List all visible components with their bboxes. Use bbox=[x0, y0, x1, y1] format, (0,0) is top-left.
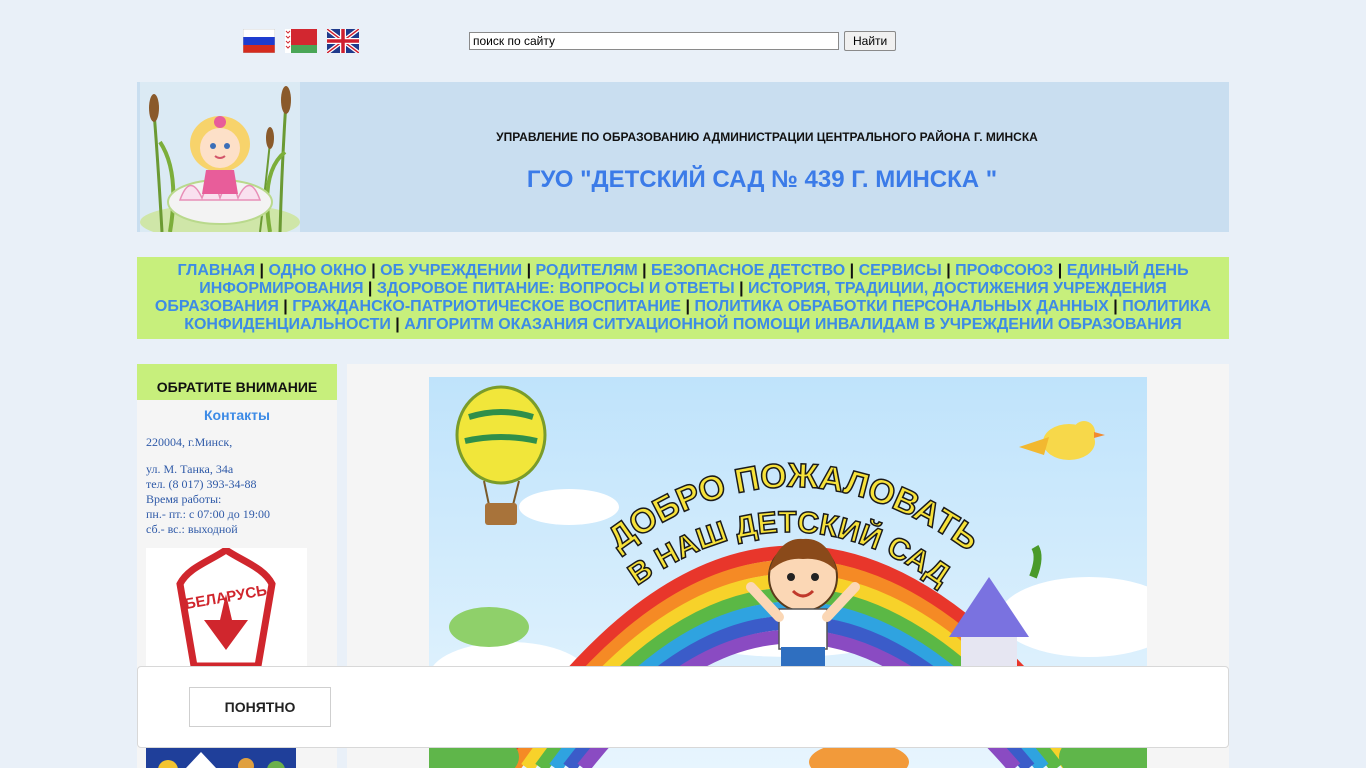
kindergarten-logo[interactable] bbox=[140, 82, 300, 232]
nav-separator: | bbox=[1113, 298, 1118, 315]
nav-separator: | bbox=[642, 262, 647, 279]
nav-separator: | bbox=[367, 280, 373, 297]
nav-patriotic-education[interactable]: ГРАЖДАНСКО-ПАТРИОТИЧЕСКОЕ ВОСПИТАНИЕ bbox=[292, 298, 681, 315]
nav-healthy-food[interactable]: ЗДОРОВОЕ ПИТАНИЕ: ВОПРОСЫ И ОТВЕТЫ bbox=[377, 280, 735, 297]
nav-disability-assistance[interactable]: АЛГОРИТМ ОКАЗАНИЯ СИТУАЦИОННОЙ ПОМОЩИ ИН… bbox=[404, 316, 1182, 333]
nav-separator: | bbox=[1057, 262, 1063, 279]
nav-separator: | bbox=[259, 262, 264, 279]
page-title: ГУО "ДЕТСКИЙ САД № 439 Г. МИНСКА " bbox=[526, 166, 998, 193]
phone-text: тел. (8 017) 393-34-88 bbox=[146, 477, 257, 491]
organization-line: УПРАВЛЕНИЕ ПО ОБРАЗОВАНИЮ АДМИНИСТРАЦИИ … bbox=[496, 130, 1038, 144]
nav-one-window[interactable]: ОДНО ОКНО bbox=[268, 262, 366, 279]
address-line: ул. М. Танка, 34а bbox=[146, 462, 234, 476]
nav-separator: | bbox=[526, 262, 532, 279]
nav-safe-childhood[interactable]: БЕЗОПАСНОЕ ДЕТСТВО bbox=[651, 262, 845, 279]
sidebar-banner[interactable] bbox=[146, 748, 296, 768]
nav-trade-union[interactable]: ПРОФСОЮЗ bbox=[955, 262, 1053, 279]
uk-flag-icon[interactable] bbox=[327, 29, 359, 53]
nav-separator: | bbox=[395, 316, 400, 333]
language-switcher bbox=[243, 29, 359, 53]
contacts-heading: Контакты bbox=[203, 407, 270, 423]
nav-separator: | bbox=[849, 262, 855, 279]
search-button[interactable]: Найти bbox=[844, 31, 897, 51]
belarus-flag-icon[interactable] bbox=[285, 29, 317, 53]
hours-label: Время работы: bbox=[146, 492, 222, 506]
quality-mark-emblem[interactable]: БЕЛАРУСЬ bbox=[146, 548, 307, 678]
nav-parents[interactable]: РОДИТЕЛЯМ bbox=[536, 262, 638, 279]
address-line: 220004, г.Минск, bbox=[146, 435, 233, 449]
nav-home[interactable]: ГЛАВНАЯ bbox=[177, 262, 255, 279]
nav-personal-data-policy[interactable]: ПОЛИТИКА ОБРАБОТКИ ПЕРСОНАЛЬНЫХ ДАННЫХ bbox=[694, 298, 1108, 315]
nav-separator: | bbox=[946, 262, 951, 279]
hours-weekend: сб.- вс.: выходной bbox=[146, 522, 238, 536]
site-search: Найти bbox=[469, 31, 897, 51]
nav-separator: | bbox=[685, 298, 691, 315]
search-input[interactable] bbox=[469, 32, 839, 50]
nav-about[interactable]: ОБ УЧРЕЖДЕНИИ bbox=[380, 262, 522, 279]
hours-weekdays: пн.- пт.: с 07:00 до 19:00 bbox=[146, 507, 271, 521]
accept-cookies-button[interactable]: ПОНЯТНО bbox=[189, 687, 331, 727]
nav-separator: | bbox=[371, 262, 376, 279]
sidebar-heading: ОБРАТИТЕ ВНИМАНИЕ bbox=[137, 364, 337, 400]
site-header: УПРАВЛЕНИЕ ПО ОБРАЗОВАНИЮ АДМИНИСТРАЦИИ … bbox=[137, 82, 1229, 232]
russian-flag-icon[interactable] bbox=[243, 29, 275, 53]
nav-separator: | bbox=[283, 298, 288, 315]
cookie-consent-bar: ПОНЯТНО bbox=[137, 666, 1229, 748]
main-navigation: ГЛАВНАЯ | ОДНО ОКНО | ОБ УЧРЕЖДЕНИИ | РО… bbox=[137, 257, 1229, 339]
contact-info: 220004, г.Минск, ул. М. Танка, 34а тел. … bbox=[146, 435, 337, 537]
nav-separator: | bbox=[739, 280, 744, 297]
nav-services[interactable]: СЕРВИСЫ bbox=[859, 262, 942, 279]
